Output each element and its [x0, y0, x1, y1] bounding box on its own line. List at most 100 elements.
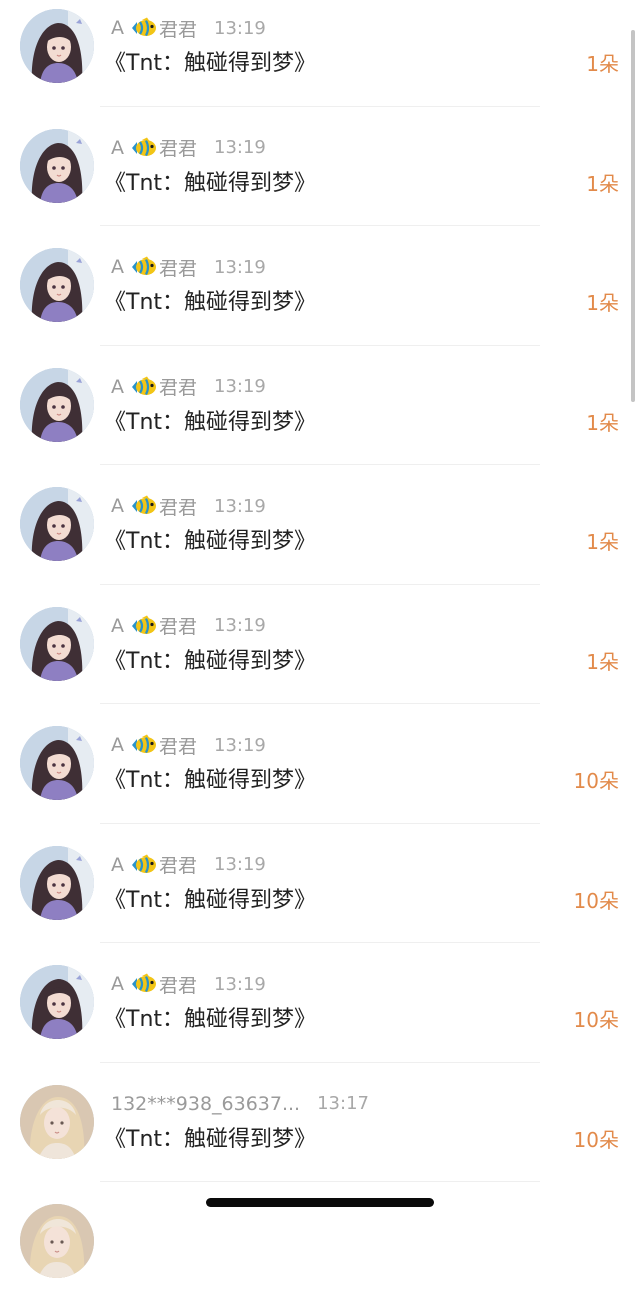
- fish-icon-wrapper: [130, 256, 158, 278]
- username-suffix[interactable]: 君君: [159, 732, 197, 759]
- list-item[interactable]: A 君君 13:19 《Tnt：触碰得到梦》 10朵: [0, 837, 640, 957]
- avatar-image: [20, 845, 94, 920]
- divider: [100, 942, 540, 943]
- list-item[interactable]: A 君君 13:19 《Tnt：触碰得到梦》 1朵: [0, 359, 640, 479]
- work-title: 《Tnt：触碰得到梦》: [104, 51, 317, 76]
- username-prefix[interactable]: A: [111, 615, 124, 637]
- gift-count: 1朵: [586, 530, 619, 554]
- timestamp: 13:19: [214, 734, 266, 756]
- username-suffix[interactable]: 君君: [159, 15, 197, 42]
- avatar[interactable]: [20, 9, 94, 83]
- fish-icon: [132, 615, 156, 634]
- user-meta: A 君君 13:19: [111, 971, 266, 997]
- avatar[interactable]: [20, 1084, 94, 1159]
- gift-count: 1朵: [586, 52, 619, 76]
- timestamp: 13:19: [214, 973, 266, 995]
- fish-icon: [132, 137, 156, 156]
- username-prefix[interactable]: A: [111, 495, 124, 517]
- username-prefix[interactable]: 132***938_63637...: [111, 1093, 300, 1115]
- timestamp: 13:19: [214, 615, 266, 636]
- fish-icon-wrapper: [130, 615, 158, 637]
- gift-count: 1朵: [586, 649, 619, 674]
- username-suffix[interactable]: 君君: [159, 254, 197, 281]
- work-title: 《Tnt：触碰得到梦》: [104, 648, 317, 674]
- user-meta: A 君君 13:19: [111, 493, 266, 519]
- divider: [100, 225, 540, 226]
- work-title: 《Tnt：触碰得到梦》: [104, 1007, 317, 1032]
- gift-count: 1朵: [586, 171, 619, 196]
- username-prefix[interactable]: A: [111, 376, 124, 398]
- username-suffix[interactable]: 君君: [159, 493, 197, 520]
- user-meta: A 君君 13:19: [111, 135, 266, 161]
- user-meta: A 君君 13:19: [111, 374, 266, 400]
- avatar[interactable]: [20, 1204, 94, 1278]
- work-title: 《Tnt：触碰得到梦》: [104, 529, 317, 554]
- fish-icon-wrapper: [130, 137, 158, 159]
- avatar[interactable]: [20, 128, 94, 203]
- avatar[interactable]: [20, 845, 94, 920]
- avatar[interactable]: [20, 965, 94, 1039]
- avatar-image: [20, 1204, 94, 1278]
- username-prefix[interactable]: A: [111, 734, 124, 756]
- fish-icon-wrapper: [130, 17, 158, 39]
- avatar-image: [20, 1084, 94, 1159]
- username-prefix[interactable]: A: [111, 854, 124, 876]
- username-suffix[interactable]: 君君: [159, 971, 197, 998]
- avatar-image: [20, 965, 94, 1039]
- username-suffix[interactable]: 君君: [159, 612, 197, 639]
- username-prefix[interactable]: A: [111, 137, 124, 159]
- list-item[interactable]: A 君君 13:19 《Tnt：触碰得到梦》 1朵: [0, 598, 640, 718]
- fish-icon: [132, 495, 156, 515]
- user-meta: A 君君 13:19: [111, 254, 266, 280]
- list-item[interactable]: A 君君 13:19 《Tnt：触碰得到梦》 10朵: [0, 956, 640, 1076]
- username-suffix[interactable]: 君君: [159, 851, 197, 878]
- timestamp: 13:19: [214, 137, 266, 158]
- avatar[interactable]: [20, 248, 94, 322]
- scrollbar[interactable]: [631, 30, 635, 402]
- fish-icon-wrapper: [130, 734, 158, 756]
- fish-icon-wrapper: [130, 495, 158, 517]
- home-indicator: [206, 1198, 434, 1207]
- fish-icon: [132, 17, 156, 37]
- timestamp: 13:17: [317, 1093, 369, 1114]
- user-meta: 132***938_63637... 13:17: [111, 1091, 369, 1117]
- avatar[interactable]: [20, 487, 94, 561]
- list-item[interactable]: A 君君 13:19 《Tnt：触碰得到梦》 1朵: [0, 478, 640, 598]
- username-prefix[interactable]: A: [111, 973, 124, 995]
- fish-icon: [132, 256, 156, 276]
- list-item[interactable]: A 君君 13:19 《Tnt：触碰得到梦》 1朵: [0, 120, 640, 240]
- avatar-image: [20, 367, 94, 442]
- fish-icon-wrapper: [130, 376, 158, 398]
- gift-count: 10朵: [573, 888, 619, 913]
- timestamp: 13:19: [214, 495, 266, 517]
- avatar[interactable]: [20, 367, 94, 442]
- list-item[interactable]: 132***938_63637... 13:17 《Tnt：触碰得到梦》 10朵: [0, 1076, 640, 1196]
- divider: [100, 344, 540, 346]
- avatar-image: [20, 726, 94, 800]
- username-prefix[interactable]: A: [111, 256, 124, 278]
- list-item[interactable]: A 君君 13:19 《Tnt：触碰得到梦》 10朵: [0, 717, 640, 837]
- username-suffix[interactable]: 君君: [159, 373, 197, 400]
- avatar-image: [20, 128, 94, 203]
- fish-icon: [132, 734, 156, 754]
- timestamp: 13:19: [214, 854, 266, 875]
- work-title: 《Tnt：触碰得到梦》: [104, 887, 317, 913]
- avatar[interactable]: [20, 726, 94, 800]
- avatar-image: [20, 487, 94, 561]
- work-title: 《Tnt：触碰得到梦》: [104, 1126, 317, 1152]
- user-meta: A 君君 13:19: [111, 852, 266, 878]
- list-item[interactable]: A 君君 13:19 《Tnt：触碰得到梦》 1朵: [0, 239, 640, 359]
- username-prefix[interactable]: A: [111, 17, 124, 39]
- username-suffix[interactable]: 君君: [159, 134, 197, 161]
- divider: [100, 105, 540, 107]
- gift-count: 1朵: [586, 410, 619, 435]
- gift-count: 10朵: [573, 1127, 619, 1152]
- timestamp: 13:19: [214, 376, 266, 397]
- fish-icon: [132, 973, 156, 993]
- fish-icon: [132, 376, 156, 395]
- list-item[interactable]: A 君君 13:19 《Tnt：触碰得到梦》 1朵: [0, 0, 640, 120]
- avatar[interactable]: [20, 606, 94, 681]
- list-item-partial[interactable]: [0, 1195, 640, 1315]
- avatar-image: [20, 9, 94, 83]
- gift-record-list: A 君君 13:19 《Tnt：触碰得到梦》 1朵 A 君君 13:19 《Tnt：触碰得…: [0, 0, 640, 1315]
